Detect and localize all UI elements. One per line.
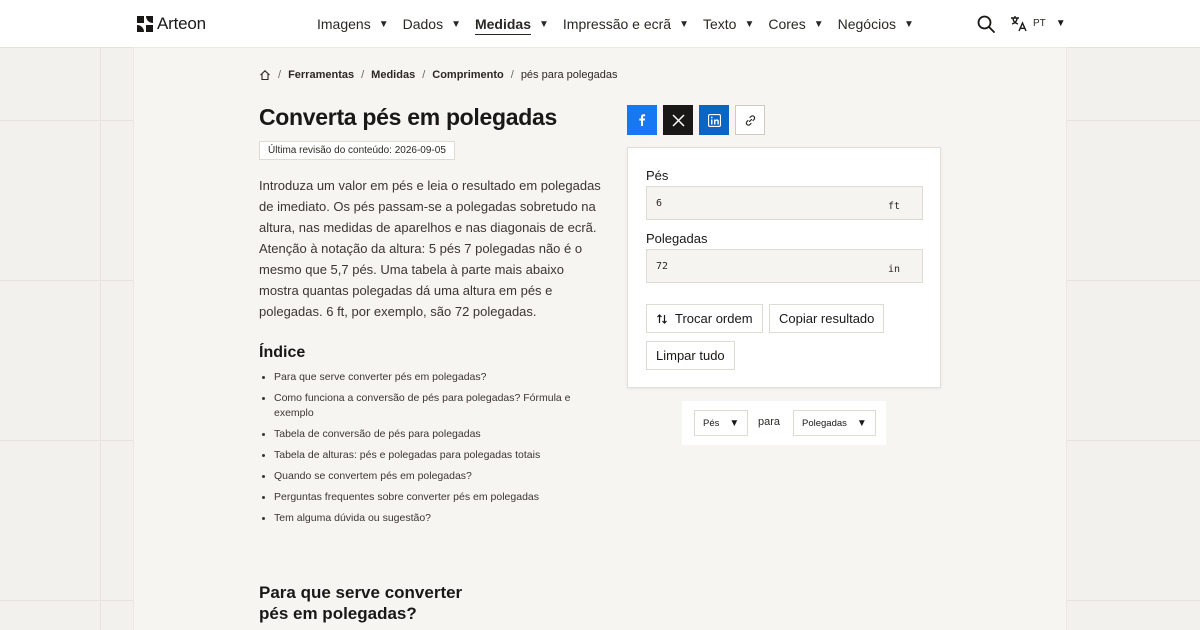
nav-item-dados[interactable]: Dados ▼ xyxy=(403,0,461,48)
caret-down-icon: ▼ xyxy=(729,417,740,429)
toc-item[interactable]: Tem alguma dúvida ou sugestão? xyxy=(262,511,594,526)
link-icon xyxy=(745,114,755,126)
connector-label: para xyxy=(758,416,781,428)
search-icon xyxy=(977,15,995,33)
from-label: Pés xyxy=(646,168,669,183)
toc-item[interactable]: Quando se convertem pés em polegadas? xyxy=(262,469,594,484)
breadcrumb-separator: / xyxy=(278,69,282,81)
translate-icon xyxy=(1011,16,1027,32)
brand-logo-icon xyxy=(137,16,153,32)
home-icon[interactable] xyxy=(259,69,271,81)
toc-item[interactable]: Tabela de conversão de pés para polegada… xyxy=(262,427,594,442)
main-content: / Ferramentas / Medidas / Comprimento / … xyxy=(134,48,1066,630)
breadcrumb-separator: / xyxy=(422,69,426,81)
section-title: Para que serve converter pés em polegada… xyxy=(259,583,463,623)
from-unit-select[interactable]: Pés ▼ xyxy=(694,410,749,436)
from-unit: ft xyxy=(887,201,900,212)
to-label: Polegadas xyxy=(646,231,708,246)
nav-item-texto[interactable]: Texto ▼ xyxy=(703,0,754,48)
linkedin-icon xyxy=(707,113,721,127)
breadcrumb-comprimento[interactable]: Comprimento xyxy=(432,69,504,81)
to-unit: in xyxy=(887,264,900,275)
to-unit-select[interactable]: Polegadas ▼ xyxy=(793,410,876,436)
toc-item[interactable]: Perguntas frequentes sobre converter pés… xyxy=(262,490,594,505)
caret-down-icon: ▼ xyxy=(856,417,867,429)
nav-label: Cores xyxy=(768,16,806,32)
facebook-icon xyxy=(639,114,646,126)
intro-paragraph: Introduza um valor em pés e leia o resul… xyxy=(259,178,601,319)
from-input[interactable] xyxy=(656,198,856,209)
top-navigation-bar: Arteon Imagens ▼ Dados ▼ Medidas ▼ Impre… xyxy=(0,0,1200,48)
breadcrumb-separator: / xyxy=(510,69,514,81)
language-selector[interactable]: PT ▼ xyxy=(1010,15,1066,32)
nav-item-imagens[interactable]: Imagens ▼ xyxy=(317,0,389,48)
caret-down-icon: ▼ xyxy=(1055,18,1066,29)
caret-down-icon: ▼ xyxy=(679,18,689,30)
table-of-contents: Para que serve converter pés em polegada… xyxy=(262,370,594,532)
caret-down-icon: ▼ xyxy=(813,18,824,30)
unit-selector: Pés ▼ para Polegadas ▼ xyxy=(682,401,886,445)
to-input[interactable] xyxy=(656,261,856,272)
breadcrumb-current: pés para polegadas xyxy=(520,69,618,81)
breadcrumb: / Ferramentas / Medidas / Comprimento / … xyxy=(259,69,617,81)
nav-label: Imagens xyxy=(317,16,371,32)
nav-item-impressao[interactable]: Impressão e ecrã ▼ xyxy=(563,0,689,48)
nav-item-medidas[interactable]: Medidas ▼ xyxy=(475,0,549,48)
caret-down-icon: ▼ xyxy=(378,18,389,30)
brand-name: Arteon xyxy=(157,14,206,33)
swap-icon xyxy=(656,313,668,325)
swap-label: Trocar ordem xyxy=(675,311,753,326)
revision-badge: Última revisão do conteúdo: 2026-09-05 xyxy=(259,141,455,160)
x-icon xyxy=(671,113,685,127)
share-facebook-button[interactable] xyxy=(627,105,657,135)
brand-logo[interactable]: Arteon xyxy=(137,14,206,34)
share-x-button[interactable] xyxy=(663,105,693,135)
copy-link-button[interactable] xyxy=(735,105,765,135)
copy-result-button[interactable]: Copiar resultado xyxy=(769,304,885,333)
language-code: PT xyxy=(1033,18,1046,29)
nav-label: Impressão e ecrã xyxy=(562,16,672,32)
clear-all-button[interactable]: Limpar tudo xyxy=(646,341,735,370)
main-nav: Imagens ▼ Dados ▼ Medidas ▼ Impressão e … xyxy=(317,0,928,48)
converter-panel: Pés ft Polegadas in Trocar ordem Copiar … xyxy=(627,147,941,388)
search-button[interactable] xyxy=(976,14,996,34)
nav-item-negocios[interactable]: Negócios ▼ xyxy=(838,0,914,48)
breadcrumb-medidas[interactable]: Medidas xyxy=(371,69,415,81)
share-bar xyxy=(627,105,765,135)
toc-item[interactable]: Para que serve converter pés em polegada… xyxy=(262,370,594,385)
to-field[interactable]: in xyxy=(646,249,923,283)
caret-down-icon: ▼ xyxy=(744,18,755,30)
breadcrumb-separator: / xyxy=(361,69,365,81)
caret-down-icon: ▼ xyxy=(451,18,461,30)
nav-label: Negócios xyxy=(837,16,896,32)
breadcrumb-ferramentas[interactable]: Ferramentas xyxy=(288,69,354,81)
nav-item-cores[interactable]: Cores ▼ xyxy=(768,0,823,48)
nav-label: Dados xyxy=(402,16,444,32)
nav-label: Texto xyxy=(702,16,737,32)
from-unit-select-value: Pés xyxy=(703,417,720,429)
from-field[interactable]: ft xyxy=(646,186,923,220)
to-unit-select-value: Polegadas xyxy=(802,417,847,429)
toc-title: Índice xyxy=(259,344,306,361)
share-linkedin-button[interactable] xyxy=(699,105,729,135)
nav-label: Medidas xyxy=(474,16,531,32)
swap-button[interactable]: Trocar ordem xyxy=(646,304,763,333)
caret-down-icon: ▼ xyxy=(904,18,914,30)
caret-down-icon: ▼ xyxy=(539,18,549,30)
toc-item[interactable]: Tabela de alturas: pés e polegadas para … xyxy=(262,448,594,463)
page-title: Converta pés em polegadas xyxy=(259,104,557,130)
toc-item[interactable]: Como funciona a conversão de pés para po… xyxy=(262,391,594,421)
